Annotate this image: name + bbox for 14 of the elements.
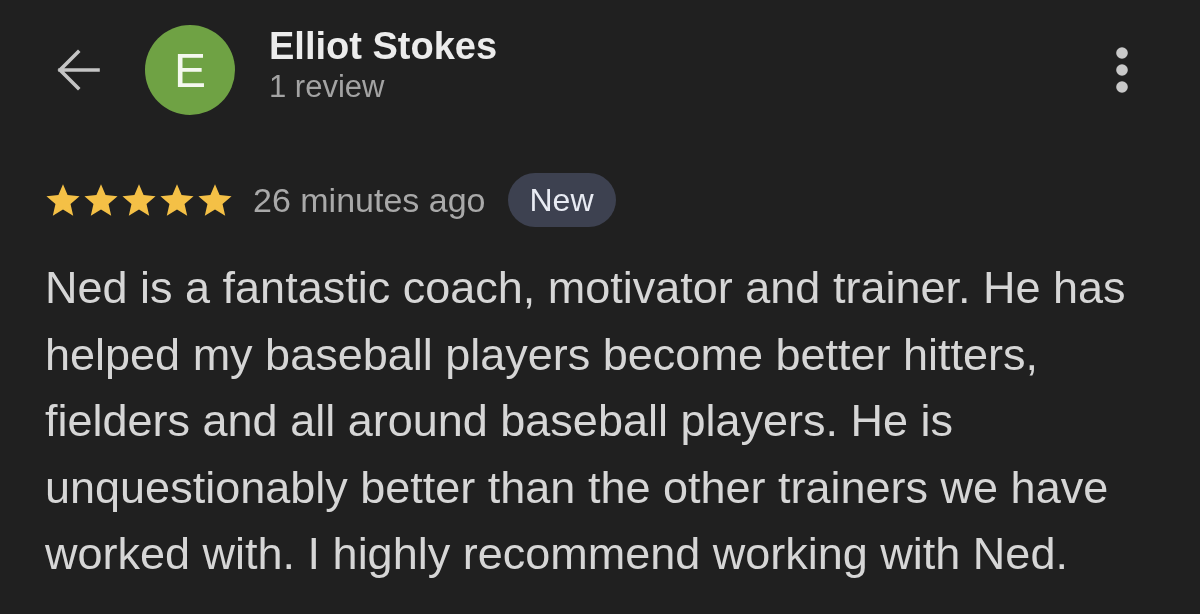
star-icon [197,183,233,217]
star-icon [83,183,119,217]
avatar: E [145,25,235,115]
review-text: Ned is a fantastic coach, motivator and trainer. He has helped my baseball players become better hitters, fielders and all around baseball players. He is unquestionably better than the other trainers we have worked with. I highly recommend working with Ned. [45,261,1127,581]
reviewer-name: Elliot Stokes [269,24,498,68]
new-badge: New [507,173,616,227]
back-button[interactable] [55,47,101,93]
vertical-dots-icon [1116,46,1128,93]
review-time: 26 minutes ago [253,180,486,220]
review-count: 1 review [269,68,385,106]
star-icon [45,183,81,217]
star-icon [159,183,195,217]
back-arrow-icon [56,48,100,92]
star-icon [121,183,157,217]
